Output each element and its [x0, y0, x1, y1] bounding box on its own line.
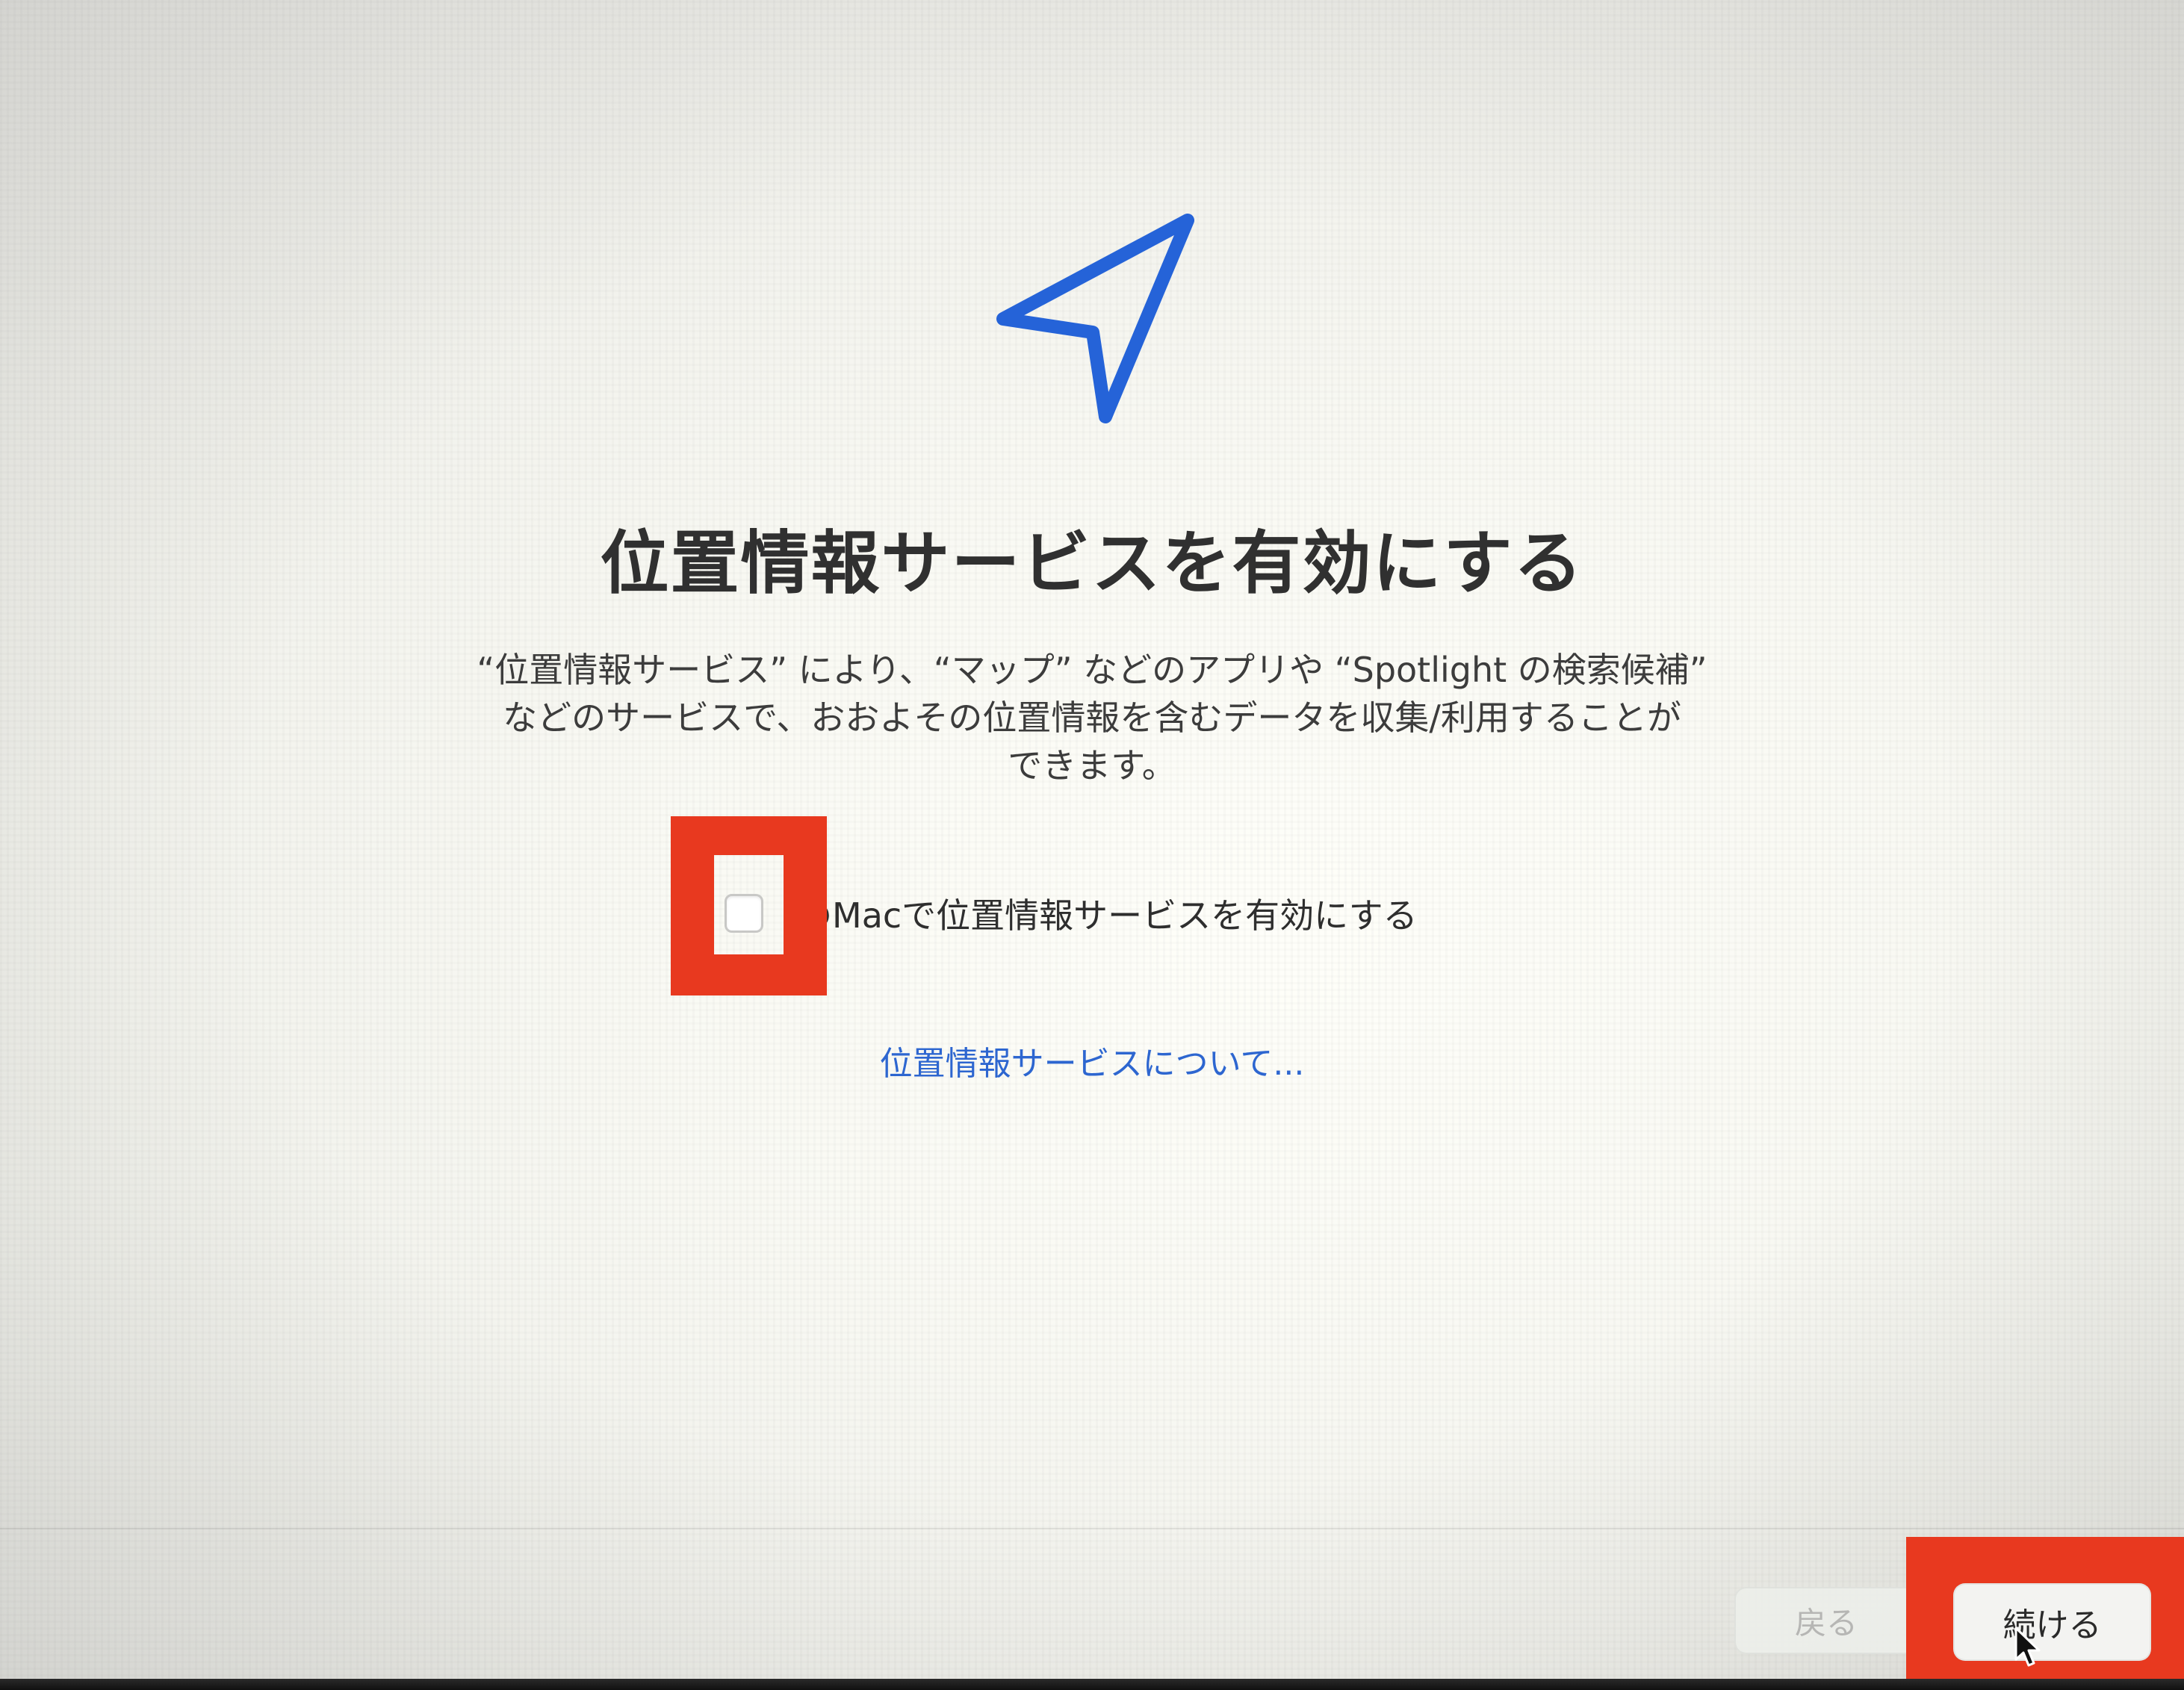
location-arrow-icon	[996, 214, 1194, 423]
setup-assistant-screen: 位置情報サービスを有効にする “位置情報サービス” により、“マップ” などのア…	[0, 0, 2184, 1690]
description-line: などのサービスで、おおよその位置情報を含むデータを収集/利用することが	[503, 698, 1681, 738]
enable-location-row[interactable]: のMacで位置情報サービスを有効にする	[725, 887, 1418, 939]
footer-divider	[0, 1528, 2184, 1529]
enable-location-label[interactable]: のMacで位置情報サービスを有効にする	[798, 889, 1418, 938]
description-line: できます。	[1008, 745, 1176, 786]
highlight-checkbox-annotation	[671, 816, 827, 995]
description-line: “位置情報サービス” により、“マップ” などのアプリや “Spotlight …	[477, 650, 1707, 690]
description-text: “位置情報サービス” により、“マップ” などのアプリや “Spotlight …	[463, 646, 1721, 789]
about-location-services-link[interactable]: 位置情報サービスについて...	[0, 1037, 2184, 1084]
page-title: 位置情報サービスを有効にする	[600, 524, 1584, 603]
continue-button[interactable]: 続ける	[1953, 1583, 2151, 1661]
back-button[interactable]: 戻る	[1734, 1587, 1918, 1654]
mouse-pointer-icon	[2014, 1627, 2041, 1667]
screen-bezel-edge	[0, 1679, 2184, 1690]
